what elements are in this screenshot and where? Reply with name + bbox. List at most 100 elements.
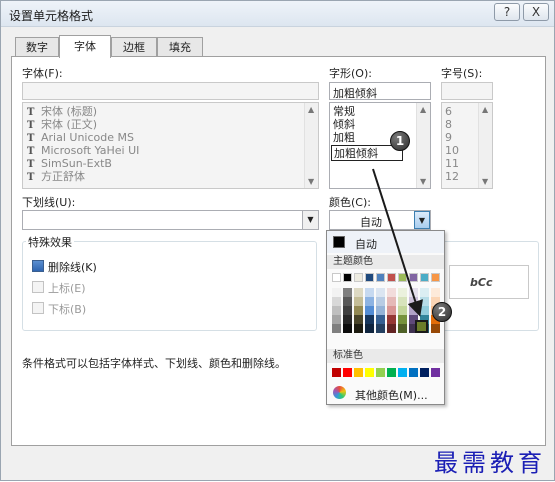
more-colors-option[interactable]: 其他颜色(M)... [327,383,444,403]
scroll-down-arrow-icon[interactable]: ▼ [482,177,488,186]
theme-shade-swatch[interactable] [431,288,440,297]
style-list-item[interactable]: 常规 [333,105,355,118]
theme-shade-swatch[interactable] [332,324,341,333]
tab-border[interactable]: 边框 [111,37,157,57]
color-combobox[interactable]: 自动 ▼ [329,210,431,230]
theme-shade-swatch[interactable] [332,297,341,306]
help-button[interactable]: ? [494,3,520,21]
scroll-up-arrow-icon[interactable]: ▲ [308,105,314,114]
theme-shade-swatch[interactable] [354,288,363,297]
font-list-item[interactable]: T Microsoft YaHei UI [27,144,139,158]
theme-shade-swatch[interactable] [431,324,440,333]
standard-color-swatch[interactable] [354,368,363,377]
theme-shade-swatch[interactable] [365,306,374,315]
theme-color-swatch[interactable] [431,273,440,282]
chevron-down-icon[interactable]: ▼ [302,211,318,229]
font-input[interactable] [22,82,319,100]
auto-color-option[interactable]: 自动 [327,231,444,253]
style-list-scrollbar[interactable]: ▲ ▼ [416,103,430,188]
theme-shade-swatch[interactable] [376,324,385,333]
font-list[interactable]: T 宋体 (标题) T 宋体 (正文) T Arial Unicode MS T Mic… [22,102,319,189]
superscript-checkbox[interactable] [32,281,44,293]
theme-shade-swatch[interactable] [332,315,341,324]
theme-color-swatch[interactable] [398,273,407,282]
underline-combobox[interactable]: ▼ [22,210,319,230]
tab-number[interactable]: 数字 [15,37,59,57]
standard-color-swatch[interactable] [376,368,385,377]
theme-shade-swatch[interactable] [420,288,429,297]
size-list-scrollbar[interactable]: ▲ ▼ [478,103,492,188]
strikethrough-label[interactable]: 删除线(K) [48,259,97,275]
size-list-item[interactable]: 11 [445,157,459,170]
chevron-down-icon[interactable]: ▼ [414,211,430,229]
superscript-label[interactable]: 上标(E) [48,280,86,296]
style-list[interactable]: 常规 倾斜 加粗 加粗倾斜 ▲ ▼ [329,102,431,189]
theme-shade-swatch[interactable] [343,288,352,297]
theme-shade-swatch[interactable] [398,324,407,333]
standard-color-swatch[interactable] [343,368,352,377]
theme-shade-swatch[interactable] [398,315,407,324]
theme-shade-swatch[interactable] [343,315,352,324]
theme-shade-swatch[interactable] [376,306,385,315]
theme-shade-swatch[interactable] [398,297,407,306]
theme-color-swatch[interactable] [387,273,396,282]
theme-shade-swatch[interactable] [409,306,418,315]
standard-color-swatch[interactable] [409,368,418,377]
theme-color-swatch[interactable] [332,273,341,282]
standard-color-swatch[interactable] [332,368,341,377]
theme-shade-swatch[interactable] [376,315,385,324]
size-input[interactable] [441,82,493,100]
theme-color-swatch[interactable] [354,273,363,282]
scroll-down-arrow-icon[interactable]: ▼ [420,177,426,186]
theme-shade-swatch[interactable] [398,306,407,315]
style-list-item[interactable]: 加粗 [333,131,355,144]
tab-fill[interactable]: 填充 [157,37,203,57]
theme-color-swatch[interactable] [365,273,374,282]
standard-color-swatch[interactable] [431,368,440,377]
theme-shade-swatch[interactable] [343,297,352,306]
theme-shade-swatch[interactable] [387,297,396,306]
subscript-label[interactable]: 下标(B) [48,301,86,317]
font-list-item[interactable]: T 方正舒体 [27,170,85,184]
theme-shade-swatch[interactable] [332,288,341,297]
theme-shade-swatch[interactable] [420,306,429,315]
theme-shade-swatch[interactable] [343,306,352,315]
font-list-scrollbar[interactable]: ▲ ▼ [304,103,318,188]
theme-color-swatch[interactable] [376,273,385,282]
scroll-down-arrow-icon[interactable]: ▼ [308,177,314,186]
size-list[interactable]: 6 8 9 10 11 12 ▲ ▼ [441,102,493,189]
standard-color-swatch[interactable] [387,368,396,377]
style-input[interactable]: 加粗倾斜 [329,82,431,100]
theme-shade-swatch[interactable] [376,297,385,306]
close-button[interactable]: X [523,3,549,21]
size-list-item[interactable]: 12 [445,170,459,183]
theme-shade-swatch[interactable] [354,297,363,306]
font-list-item[interactable]: T 宋体 (标题) [27,105,97,119]
standard-color-swatch[interactable] [398,368,407,377]
scroll-up-arrow-icon[interactable]: ▲ [482,105,488,114]
theme-color-swatch[interactable] [420,273,429,282]
size-list-item[interactable]: 10 [445,144,459,157]
theme-shade-swatch[interactable] [365,315,374,324]
theme-color-swatch[interactable] [343,273,352,282]
strikethrough-checkbox[interactable] [32,260,44,272]
theme-shade-swatch[interactable] [387,288,396,297]
theme-shade-swatch[interactable] [387,315,396,324]
theme-shade-swatch[interactable] [387,324,396,333]
selected-color-highlight[interactable] [415,320,428,333]
size-list-item[interactable]: 6 [445,105,452,118]
font-list-item[interactable]: T SimSun-ExtB [27,157,112,171]
font-list-item[interactable]: T Arial Unicode MS [27,131,134,145]
size-list-item[interactable]: 8 [445,118,452,131]
theme-shade-swatch[interactable] [409,297,418,306]
subscript-checkbox[interactable] [32,302,44,314]
standard-color-swatch[interactable] [420,368,429,377]
theme-shade-swatch[interactable] [354,324,363,333]
theme-shade-swatch[interactable] [332,306,341,315]
theme-shade-swatch[interactable] [398,288,407,297]
theme-shade-swatch[interactable] [409,288,418,297]
font-list-item[interactable]: T 宋体 (正文) [27,118,97,132]
theme-shade-swatch[interactable] [365,297,374,306]
size-list-item[interactable]: 9 [445,131,452,144]
theme-shade-swatch[interactable] [354,306,363,315]
